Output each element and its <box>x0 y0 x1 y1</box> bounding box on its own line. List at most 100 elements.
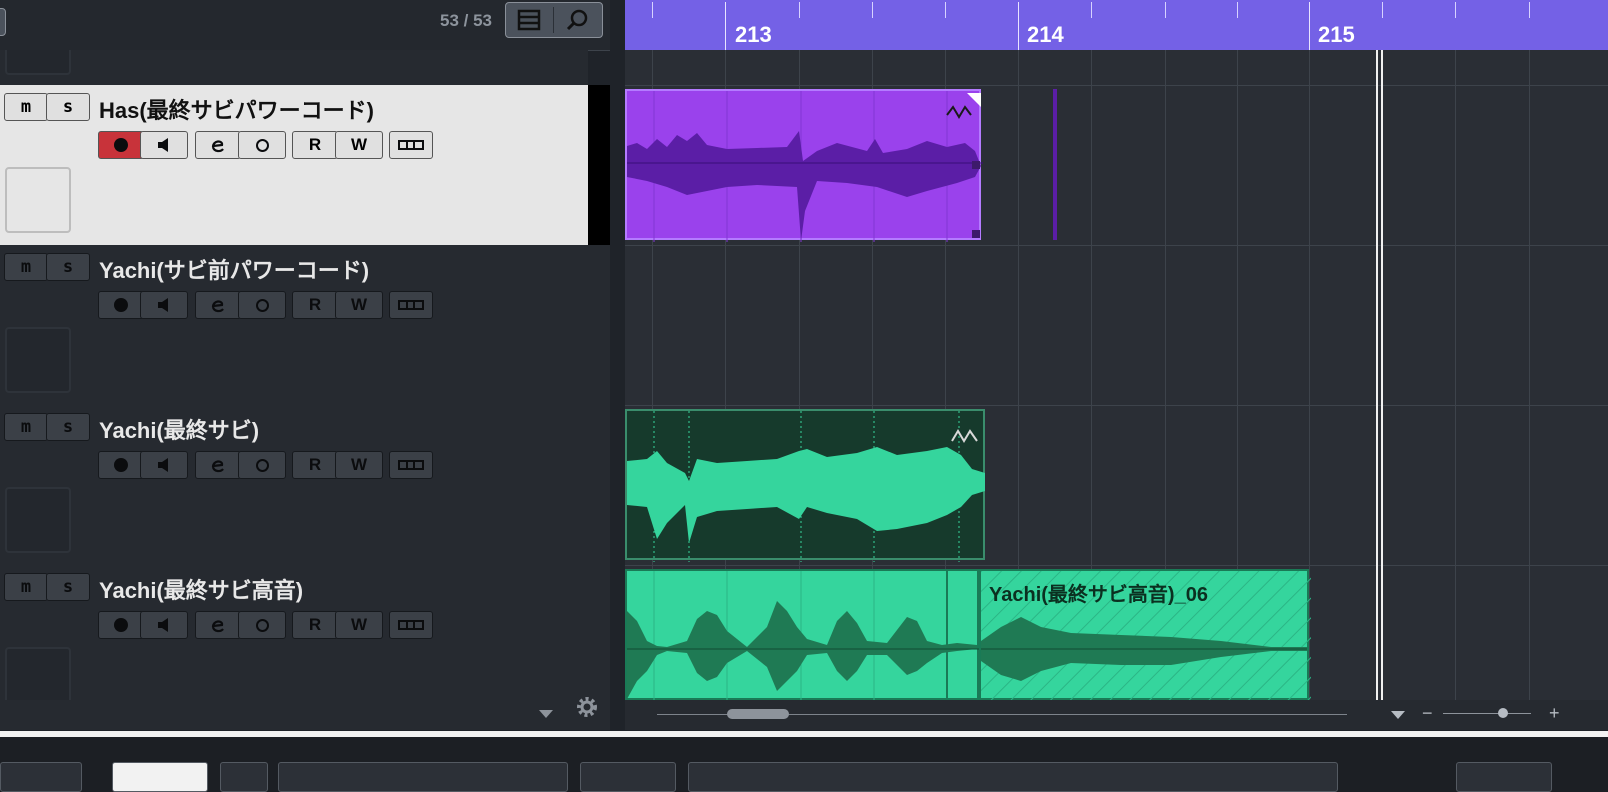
track-separator <box>625 245 1608 246</box>
event-fragment[interactable] <box>1053 89 1057 240</box>
ruler-tick <box>1237 2 1238 18</box>
bar-number: 215 <box>1318 22 1355 47</box>
scrollbar-thumb[interactable] <box>727 709 789 719</box>
event-label: Yachi(最終サビ高音)_06 <box>989 584 1208 606</box>
solo-button[interactable]: s <box>46 573 90 601</box>
lower-button[interactable] <box>580 762 676 792</box>
track-list-header: 53 / 53 <box>0 0 610 51</box>
read-automation-button[interactable]: R <box>292 611 338 639</box>
zoom-out-button[interactable]: − <box>1422 703 1433 724</box>
track-filter-buttons <box>505 2 603 38</box>
record-enable-button[interactable] <box>98 291 144 319</box>
track-row[interactable]: m s Yachi(サビ前パワーコード) R W <box>0 245 588 406</box>
collapse-button[interactable] <box>0 8 6 36</box>
solo-button[interactable]: s <box>46 413 90 441</box>
track-list: m s Has(最終サビパワーコード) R W m s Yachi(サビ前パワー… <box>0 50 610 700</box>
write-automation-button[interactable]: W <box>335 131 383 159</box>
search-icon[interactable] <box>554 3 600 37</box>
track-separator <box>625 405 1608 406</box>
record-enable-button[interactable] <box>98 131 144 159</box>
write-automation-button[interactable]: W <box>335 291 383 319</box>
track-count: 53 / 53 <box>440 11 492 30</box>
ruler-tick <box>1382 2 1383 18</box>
solo-button[interactable]: s <box>46 253 90 281</box>
arrange-footer: − + <box>625 700 1608 730</box>
lower-field[interactable] <box>688 762 1338 792</box>
write-automation-button[interactable]: W <box>335 611 383 639</box>
lanes-button[interactable] <box>389 131 433 159</box>
track-row[interactable]: m s Yachi(最終サビ高音) R W <box>0 565 588 700</box>
speaker-icon <box>158 298 168 312</box>
audio-event[interactable] <box>625 569 981 700</box>
track-name[interactable]: Has(最終サビパワーコード) <box>99 93 374 125</box>
mute-button[interactable]: m <box>4 93 48 121</box>
track-color-strip <box>588 405 610 565</box>
edit-channel-button[interactable] <box>195 611 241 639</box>
speaker-icon <box>158 138 168 152</box>
audio-event[interactable] <box>625 89 983 242</box>
audio-event[interactable]: Yachi(最終サビ高音)_06 <box>979 569 1311 700</box>
track-name[interactable]: Yachi(最終サビ高音) <box>99 573 303 605</box>
track-row[interactable]: m s Has(最終サビパワーコード) R W <box>0 85 588 246</box>
edit-channel-button[interactable] <box>195 291 241 319</box>
lower-button[interactable] <box>0 762 82 792</box>
bar-number: 213 <box>735 22 772 47</box>
edit-channel-button[interactable] <box>195 451 241 479</box>
lanes-button[interactable] <box>389 451 433 479</box>
lower-button[interactable] <box>112 762 208 792</box>
track-separator <box>625 565 1608 566</box>
record-enable-button[interactable] <box>98 611 144 639</box>
audio-event[interactable] <box>625 409 985 562</box>
mute-button[interactable]: m <box>4 413 48 441</box>
track-name[interactable]: Yachi(サビ前パワーコード) <box>99 253 369 285</box>
monitor-button[interactable] <box>140 131 188 159</box>
playhead-line <box>1381 50 1383 700</box>
read-automation-button[interactable]: R <box>292 451 338 479</box>
monitor-button[interactable] <box>140 611 188 639</box>
freeze-button[interactable] <box>238 131 286 159</box>
freeze-button[interactable] <box>238 611 286 639</box>
bar-number: 214 <box>1027 22 1064 47</box>
gear-icon[interactable] <box>574 694 600 720</box>
zoom-slider[interactable] <box>1443 713 1531 714</box>
track-name[interactable]: Yachi(最終サビ) <box>99 413 259 445</box>
chevron-down-icon[interactable] <box>1389 709 1407 721</box>
ruler-tick <box>652 2 653 18</box>
zoom-in-button[interactable]: + <box>1549 703 1560 724</box>
freeze-button[interactable] <box>238 291 286 319</box>
list-icon[interactable] <box>506 3 552 37</box>
ruler-tick <box>799 2 800 18</box>
lower-button[interactable] <box>1456 762 1552 792</box>
playhead-line[interactable] <box>1376 50 1378 700</box>
lanes-icon <box>398 620 424 630</box>
lower-field[interactable] <box>278 762 568 792</box>
lower-button[interactable] <box>220 762 268 792</box>
edit-icon <box>211 300 224 313</box>
record-icon <box>114 298 128 312</box>
track-separator <box>625 85 1608 86</box>
mute-button[interactable]: m <box>4 573 48 601</box>
ruler-tick <box>872 2 873 18</box>
ruler-tick <box>1309 2 1310 50</box>
monitor-button[interactable] <box>140 451 188 479</box>
freeze-button[interactable] <box>238 451 286 479</box>
edit-channel-button[interactable] <box>195 131 241 159</box>
read-automation-button[interactable]: R <box>292 291 338 319</box>
solo-button[interactable]: s <box>46 93 90 121</box>
lanes-button[interactable] <box>389 611 433 639</box>
write-automation-button[interactable]: W <box>335 451 383 479</box>
read-automation-button[interactable]: R <box>292 131 338 159</box>
track-row[interactable]: m s Yachi(最終サビ) R W <box>0 405 588 566</box>
record-icon <box>114 618 128 632</box>
monitor-button[interactable] <box>140 291 188 319</box>
chevron-down-icon[interactable] <box>537 708 555 720</box>
mute-button[interactable]: m <box>4 253 48 281</box>
lanes-button[interactable] <box>389 291 433 319</box>
arrange-area[interactable]: Yachi(最終サビ高音)_06 <box>625 50 1608 700</box>
record-enable-button[interactable] <box>98 451 144 479</box>
ruler-tick <box>1529 2 1530 18</box>
edit-icon <box>211 620 224 633</box>
track-color-strip <box>588 565 610 700</box>
zoom-slider-handle[interactable] <box>1498 708 1508 718</box>
timeline-ruler[interactable]: 213 214 215 <box>625 0 1608 50</box>
